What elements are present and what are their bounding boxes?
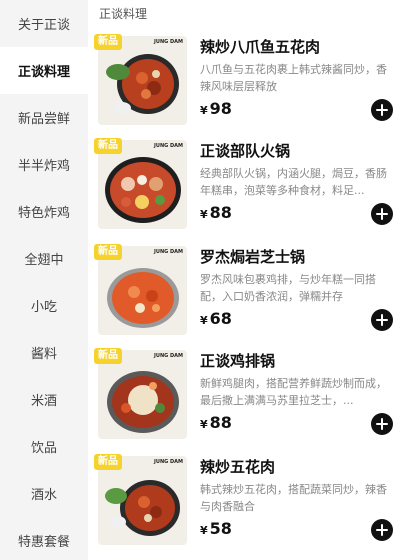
product-list: 正谈料理 JUNG DAM 新品 辣炒八爪鱼五花肉 八爪鱼与五花肉裹上韩式辣酱同…: [88, 0, 401, 560]
brand-logo: JUNG DAM: [154, 249, 183, 255]
add-to-cart-button[interactable]: [371, 99, 393, 121]
new-badge: 新品: [94, 34, 122, 50]
sidebar-item-rice-wine[interactable]: 米酒: [0, 376, 88, 423]
product-card[interactable]: JUNG DAM 新品 正谈部队火锅 经典部队火锅，内涵火腿，焗豆，香肠年糕串，…: [88, 137, 401, 241]
sidebar-item-special-chicken[interactable]: 特色炸鸡: [0, 188, 88, 235]
plus-icon: [376, 524, 388, 536]
sidebar-item-wings[interactable]: 全翅中: [0, 235, 88, 282]
brand-logo: JUNG DAM: [154, 459, 183, 465]
product-price: ¥68: [200, 309, 232, 328]
plus-icon: [376, 314, 388, 326]
category-sidebar: 关于正谈 正谈料理 新品尝鲜 半半炸鸡 特色炸鸡 全翅中 小吃 酱料 米酒 饮品…: [0, 0, 88, 560]
currency-symbol: ¥: [200, 418, 208, 431]
price-value: 58: [209, 519, 232, 538]
product-card[interactable]: JUNG DAM 新品 辣炒八爪鱼五花肉 八爪鱼与五花肉裹上韩式辣酱同炒，香辣风…: [88, 33, 401, 137]
product-card[interactable]: JUNG DAM 新品 辣炒五花肉 韩式辣炒五花肉，搭配蔬菜同炒，辣香与肉香融合…: [88, 453, 401, 557]
new-badge: 新品: [94, 348, 122, 364]
product-name: 正谈部队火锅: [200, 142, 291, 160]
sidebar-item-new[interactable]: 新品尝鲜: [0, 94, 88, 141]
price-value: 68: [209, 309, 232, 328]
section-title: 正谈料理: [99, 7, 148, 21]
new-badge: 新品: [94, 244, 122, 260]
product-card[interactable]: JUNG DAM 新品 正谈鸡排锅 新鲜鸡腿肉，搭配营养鲜蔬炒制而成，最后撒上满…: [88, 347, 401, 451]
product-name: 罗杰焗岩芝士锅: [200, 248, 306, 266]
product-description: 罗杰风味包裹鸡排，与炒年糕一同搭配，入口奶香浓润，弹糯并存: [200, 273, 376, 303]
brand-logo: JUNG DAM: [154, 143, 183, 149]
currency-symbol: ¥: [200, 104, 208, 117]
brand-logo: JUNG DAM: [154, 353, 183, 359]
product-name: 正谈鸡排锅: [200, 352, 276, 370]
plus-icon: [376, 104, 388, 116]
price-value: 88: [209, 413, 232, 432]
product-name: 辣炒八爪鱼五花肉: [200, 38, 321, 56]
product-description: 新鲜鸡腿肉，搭配营养鲜蔬炒制而成，最后撒上满满马苏里拉芝士，...: [200, 377, 387, 407]
sidebar-item-drinks[interactable]: 饮品: [0, 423, 88, 470]
brand-logo: JUNG DAM: [154, 39, 183, 45]
plus-icon: [376, 418, 388, 430]
product-card[interactable]: JUNG DAM 新品 罗杰焗岩芝士锅 罗杰风味包裹鸡排，与炒年糕一同搭配，入口…: [88, 243, 401, 347]
new-badge: 新品: [94, 454, 122, 470]
product-description: 经典部队火锅，内涵火腿，焗豆，香肠年糕串，泡菜等多种食材，料足...: [200, 167, 387, 197]
sidebar-item-about[interactable]: 关于正谈: [0, 0, 88, 47]
price-value: 88: [209, 203, 232, 222]
add-to-cart-button[interactable]: [371, 309, 393, 331]
sidebar-item-alcohol[interactable]: 酒水: [0, 470, 88, 517]
product-description: 八爪鱼与五花肉裹上韩式辣酱同炒，香辣风味层层释放: [200, 63, 387, 93]
sidebar-item-half-chicken[interactable]: 半半炸鸡: [0, 141, 88, 188]
plus-icon: [376, 208, 388, 220]
product-price: ¥98: [200, 99, 232, 118]
add-to-cart-button[interactable]: [371, 413, 393, 435]
product-price: ¥88: [200, 413, 232, 432]
sidebar-item-snacks[interactable]: 小吃: [0, 282, 88, 329]
currency-symbol: ¥: [200, 208, 208, 221]
currency-symbol: ¥: [200, 314, 208, 327]
sidebar-item-combos[interactable]: 特惠套餐: [0, 517, 88, 560]
currency-symbol: ¥: [200, 524, 208, 537]
sidebar-item-cuisine[interactable]: 正谈料理: [0, 47, 88, 94]
add-to-cart-button[interactable]: [371, 203, 393, 225]
price-value: 98: [209, 99, 232, 118]
product-name: 辣炒五花肉: [200, 458, 276, 476]
product-price: ¥58: [200, 519, 232, 538]
new-badge: 新品: [94, 138, 122, 154]
product-description: 韩式辣炒五花肉，搭配蔬菜同炒，辣香与肉香融合: [200, 483, 387, 513]
sidebar-item-sauces[interactable]: 酱料: [0, 329, 88, 376]
add-to-cart-button[interactable]: [371, 519, 393, 541]
product-price: ¥88: [200, 203, 232, 222]
